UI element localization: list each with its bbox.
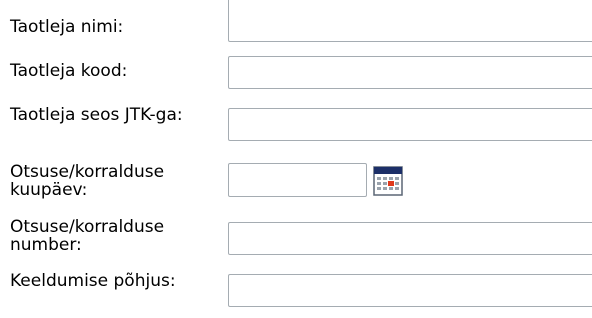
decision-date-field[interactable] — [228, 163, 367, 197]
applicant-code-field[interactable] — [228, 56, 592, 89]
applicant-code-label: Taotleja kood: — [10, 61, 128, 81]
applicant-relation-field[interactable] — [228, 108, 592, 141]
applicant-name-label: Taotleja nimi: — [10, 17, 124, 37]
refusal-reason-label: Keeldumise põhjus: — [10, 271, 176, 291]
decision-date-label: Otsuse/korralduse kuupäev: — [10, 162, 165, 200]
decision-number-label: Otsuse/korralduse number: — [10, 217, 165, 255]
decision-number-field[interactable] — [228, 222, 592, 255]
refusal-reason-field[interactable] — [228, 274, 592, 307]
calendar-icon-graphic — [373, 166, 403, 196]
applicant-name-field[interactable] — [228, 0, 592, 42]
applicant-relation-label: Taotleja seos JTK-ga: — [10, 105, 183, 125]
calendar-icon[interactable] — [373, 166, 403, 196]
